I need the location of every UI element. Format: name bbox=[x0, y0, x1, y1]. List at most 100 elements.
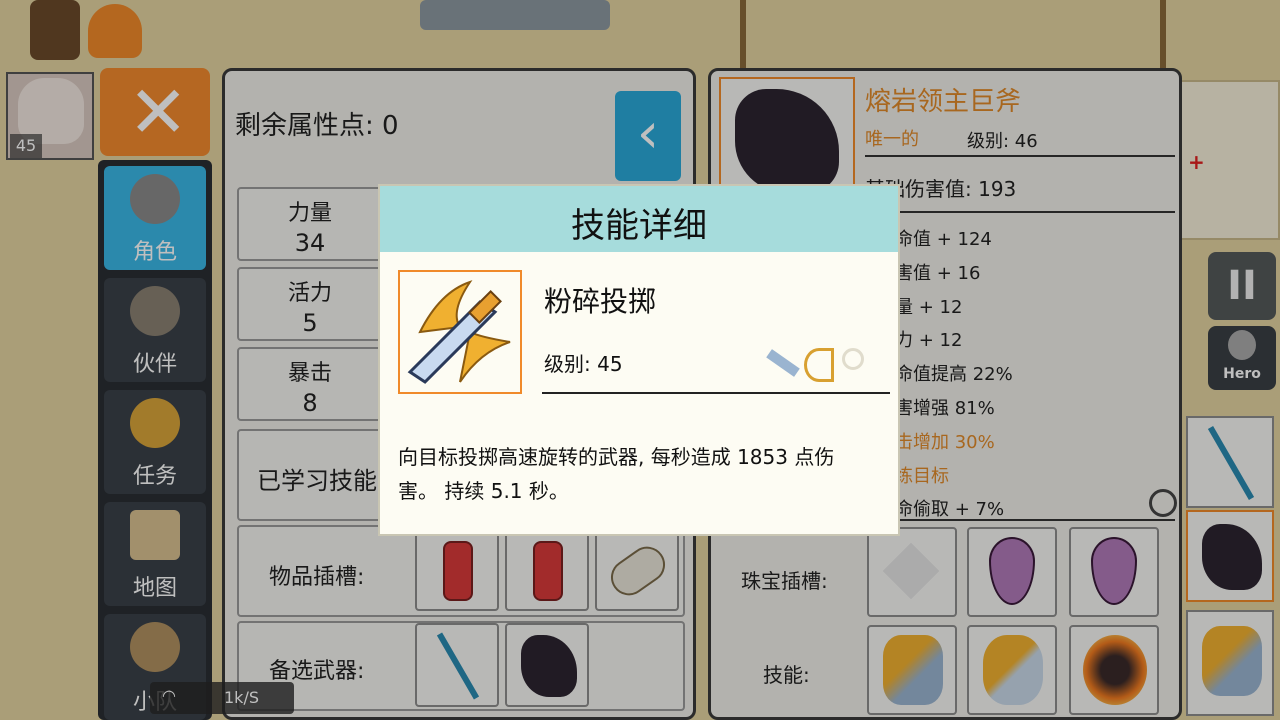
skill-name: 粉碎投掷 bbox=[544, 285, 657, 318]
skill-detail-dialog: 技能详细 粉碎投掷 级别: 45 向目标投掷高速旋转的武器, 每秒造成 1853… bbox=[380, 186, 898, 534]
quick-weapon-slot[interactable] bbox=[1186, 416, 1274, 508]
dialog-title: 技能详细 bbox=[571, 206, 707, 246]
stat-name: 活力 bbox=[287, 281, 332, 306]
learned-skills-label: 已学习技能 bbox=[257, 467, 377, 495]
enemy-group bbox=[420, 0, 610, 30]
item-slot[interactable] bbox=[505, 531, 589, 611]
nav-label: 角色 bbox=[132, 240, 177, 265]
item-name: 熔岩领主巨斧 bbox=[865, 87, 1022, 117]
fence-post bbox=[740, 0, 746, 70]
minimap bbox=[1170, 80, 1280, 240]
sword-icon bbox=[436, 632, 480, 700]
hero-level-badge: 45 bbox=[10, 134, 42, 158]
campfire-icon bbox=[88, 4, 142, 58]
gem-slots-label: 珠宝插槽: bbox=[741, 569, 828, 593]
weapon-slot[interactable] bbox=[415, 623, 499, 707]
net-speed: 1k/S bbox=[224, 688, 259, 707]
bonus-line: 害增强 81% bbox=[895, 397, 995, 419]
helmet-icon bbox=[130, 174, 180, 224]
stat-value: 8 bbox=[302, 389, 318, 417]
close-button[interactable]: ✕ bbox=[100, 68, 210, 156]
nav-companions[interactable]: 伙伴 bbox=[104, 278, 206, 382]
dark-axe-icon bbox=[1202, 524, 1262, 590]
throw-skill-icon bbox=[983, 635, 1043, 705]
nav-label: 任务 bbox=[132, 464, 177, 489]
purple-gem-icon bbox=[989, 537, 1035, 605]
empty-gem-icon bbox=[882, 542, 940, 600]
divider bbox=[865, 519, 1175, 521]
party-icon bbox=[130, 622, 180, 672]
scroll-icon bbox=[603, 539, 673, 603]
item-slot[interactable] bbox=[595, 531, 679, 611]
axe-skill-icon bbox=[1202, 626, 1262, 696]
wifi-icon: ◠ bbox=[162, 686, 176, 705]
alt-weapons-row: 备选武器: bbox=[237, 621, 685, 711]
bonus-line: 害值 + 16 bbox=[895, 262, 981, 284]
divider bbox=[865, 155, 1175, 157]
quick-skill-slot[interactable] bbox=[1186, 610, 1274, 716]
horned-helmet-icon bbox=[130, 286, 180, 336]
back-button[interactable]: ‹ bbox=[615, 91, 681, 181]
bonus-line: 命值提高 22% bbox=[895, 364, 1013, 386]
fire-skill-icon bbox=[1083, 635, 1147, 705]
skill-slot[interactable] bbox=[1069, 625, 1159, 715]
nav-quests[interactable]: 任务 bbox=[104, 390, 206, 494]
nav-label: 地图 bbox=[132, 576, 177, 601]
chevron-left-icon: ‹ bbox=[636, 101, 660, 166]
network-indicator: ◠ 1k/S bbox=[150, 682, 294, 714]
skill-level: 级别: 45 bbox=[544, 352, 623, 376]
stat-name: 暴击 bbox=[287, 361, 332, 386]
pause-icon: II bbox=[1227, 263, 1257, 309]
bonus-line: 命偷取 + 7% bbox=[895, 499, 1005, 521]
skill-icon-frame bbox=[398, 270, 522, 394]
skill-slot[interactable] bbox=[867, 625, 957, 715]
alt-weapons-label: 备选武器: bbox=[269, 659, 365, 684]
knight-icon bbox=[1228, 330, 1256, 360]
item-slots-label: 物品插槽: bbox=[269, 565, 365, 590]
weapon-type-icons bbox=[764, 346, 874, 384]
hero-button[interactable]: Hero bbox=[1208, 326, 1276, 390]
gem-slot[interactable] bbox=[967, 527, 1057, 617]
health-potion-icon bbox=[443, 541, 473, 601]
stat-vitality: 活力 5 bbox=[237, 267, 383, 341]
hero-tag: Hero bbox=[1223, 366, 1261, 382]
bonus-line: 力 + 12 bbox=[895, 330, 963, 352]
skill-slot[interactable] bbox=[967, 625, 1057, 715]
purple-gem-icon bbox=[1091, 537, 1137, 605]
quick-weapon-slot[interactable] bbox=[1186, 510, 1274, 602]
bow-type-icon bbox=[804, 348, 834, 382]
minimap-marker-icon: + bbox=[1188, 150, 1205, 174]
nav-character[interactable]: 角色 bbox=[104, 166, 206, 270]
gem-slot[interactable] bbox=[867, 527, 957, 617]
bonus-line: 命值 + 124 bbox=[895, 229, 992, 250]
item-slot[interactable] bbox=[415, 531, 499, 611]
weapon-slot[interactable] bbox=[505, 623, 589, 707]
bonus-line: 练目标 bbox=[895, 465, 949, 487]
stat-name: 力量 bbox=[287, 201, 332, 226]
divider bbox=[542, 392, 890, 394]
close-icon: ✕ bbox=[128, 70, 189, 154]
gem-slot[interactable] bbox=[1069, 527, 1159, 617]
skills-label: 技能: bbox=[763, 663, 810, 687]
lava-lord-axe-icon bbox=[735, 89, 839, 193]
sword-type-icon bbox=[766, 349, 800, 377]
stat-crit: 暴击 8 bbox=[237, 347, 383, 421]
stat-value: 34 bbox=[294, 229, 326, 257]
health-potion-icon bbox=[533, 541, 563, 601]
stat-value: 5 bbox=[302, 309, 318, 337]
shatter-throw-icon bbox=[407, 280, 511, 384]
skill-description: 向目标投掷高速旋转的武器, 每秒造成 1853 点伤害。 持续 5.1 秒。 bbox=[398, 445, 835, 503]
remaining-points-label: 剩余属性点: 0 bbox=[235, 111, 399, 141]
player-character bbox=[30, 0, 80, 60]
trophy-icon bbox=[130, 398, 180, 448]
bonus-line: 量 + 12 bbox=[895, 296, 963, 318]
pause-button[interactable]: II bbox=[1208, 252, 1276, 320]
item-slots-row: 物品插槽: bbox=[237, 525, 685, 617]
axe-skill-icon bbox=[883, 635, 943, 705]
nav-map[interactable]: 地图 bbox=[104, 502, 206, 606]
item-rarity: 唯一的 bbox=[865, 129, 919, 150]
stat-strength: 力量 34 bbox=[237, 187, 383, 261]
hero-portrait[interactable]: 45 bbox=[6, 72, 94, 160]
refresh-icon[interactable] bbox=[1149, 489, 1177, 517]
sword-icon bbox=[1207, 425, 1255, 501]
